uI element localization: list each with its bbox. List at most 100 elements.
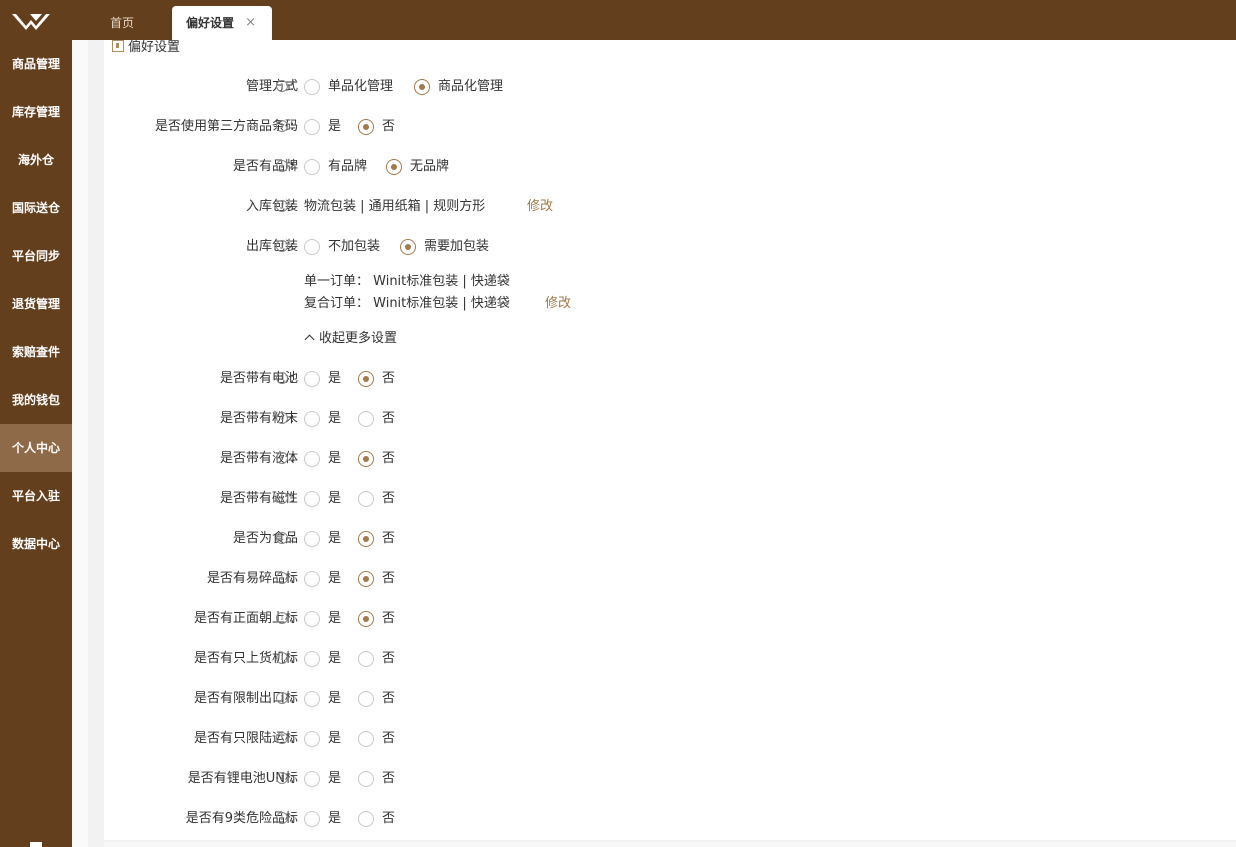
sidebar-item-inventory[interactable]: 库存管理 [0,88,72,136]
inbound-value: 物流包装 | 通用纸箱 | 规则方形 [304,199,486,214]
option-label: 是 [328,731,342,746]
setting-row-flag: 是否有易碎品标 i: 是否 [104,569,1204,589]
preferences-panel: 偏好设置 管理方式 i : 单品化管理 商品化管理 是否使用第三方商品条码 i … [104,40,1236,840]
radio-yes[interactable] [304,691,320,707]
colon: : [290,371,295,386]
info-icon[interactable]: i [276,240,288,252]
radio-no[interactable] [358,119,374,135]
info-icon[interactable]: i [276,652,288,664]
colon: : [290,691,295,706]
tab-preferences[interactable]: 偏好设置 × [172,6,272,40]
option-label: 是 [328,571,342,586]
close-icon[interactable]: × [245,6,256,40]
info-icon[interactable]: i [276,732,288,744]
sidebar-item-intl-delivery[interactable]: 国际送仓 [0,184,72,232]
radio-no-brand[interactable] [386,159,402,175]
tab-preferences-label: 偏好设置 [186,16,235,30]
option-label: 否 [382,371,396,386]
info-icon[interactable]: i [276,120,288,132]
sidebar-item-platform-sync[interactable]: 平台同步 [0,232,72,280]
tab-home[interactable]: 首页 [98,6,146,40]
radio-no[interactable] [358,411,374,427]
radio-yes[interactable] [304,371,320,387]
option-label: 是 [328,411,342,426]
radio-no[interactable] [358,371,374,387]
composite-order-row: 复合订单： Winit标准包装 | 快递袋 修改 [104,294,1204,314]
info-icon[interactable]: i [276,412,288,424]
radio-no[interactable] [358,611,374,627]
setting-row-mgmt: 管理方式 i : 单品化管理 商品化管理 [104,77,1204,97]
radio-single-item[interactable] [304,79,320,95]
info-icon[interactable]: i [276,452,288,464]
info-icon[interactable]: i [276,80,288,92]
colon: : [290,411,295,426]
gutter [72,40,88,847]
radio-yes[interactable] [304,811,320,827]
option-label: 否 [382,119,396,134]
sidebar-item-claims[interactable]: 索赔查件 [0,328,72,376]
option-label: 是 [328,491,342,506]
radio-no[interactable] [358,691,374,707]
sidebar-item-data-center[interactable]: 数据中心 [0,520,72,568]
info-icon[interactable]: i [276,160,288,172]
single-order-row: 单一订单： Winit标准包装 | 快递袋 [104,272,1204,292]
info-icon[interactable]: i [276,692,288,704]
radio-product[interactable] [414,79,430,95]
option-label: 否 [382,411,396,426]
radio-yes[interactable] [304,611,320,627]
radio-no[interactable] [358,571,374,587]
radio-yes[interactable] [304,731,320,747]
collapse-sidebar-icon[interactable] [30,842,42,847]
colon: : [290,531,295,546]
radio-yes[interactable] [304,651,320,667]
sidebar-item-products[interactable]: 商品管理 [0,40,72,88]
radio-no[interactable] [358,451,374,467]
composite-order-text: 复合订单： Winit标准包装 | 快递袋 [304,296,510,311]
collapse-row: 收起更多设置 [104,329,1204,349]
radio-no-packaging[interactable] [304,239,320,255]
chevron-up-icon [304,334,315,345]
winit-logo-icon[interactable] [0,0,72,40]
radio-yes[interactable] [304,571,320,587]
edit-outbound-link[interactable]: 修改 [545,294,571,314]
radio-no[interactable] [358,491,374,507]
option-label: 是 [328,771,342,786]
option-label: 是 [328,531,342,546]
info-icon[interactable]: i [276,492,288,504]
radio-need-packaging[interactable] [400,239,416,255]
info-icon[interactable]: i [276,612,288,624]
sidebar-item-personal-center[interactable]: 个人中心 [0,424,72,472]
sidebar-item-returns[interactable]: 退货管理 [0,280,72,328]
info-icon[interactable]: i [276,812,288,824]
info-icon[interactable]: i [276,572,288,584]
info-icon[interactable]: i [276,372,288,384]
radio-no[interactable] [358,731,374,747]
colon: : [290,771,295,786]
radio-no[interactable] [358,531,374,547]
setting-row-flag: 是否有只上货机标 i: 是否 [104,649,1204,669]
radio-yes[interactable] [304,411,320,427]
info-icon[interactable]: i [276,200,288,212]
radio-has-brand[interactable] [304,159,320,175]
radio-no[interactable] [358,651,374,667]
radio-no[interactable] [358,771,374,787]
radio-no[interactable] [358,811,374,827]
sidebar-item-overseas-warehouse[interactable]: 海外仓 [0,136,72,184]
info-icon[interactable]: i [276,532,288,544]
radio-yes[interactable] [304,119,320,135]
radio-yes[interactable] [304,771,320,787]
radio-yes[interactable] [304,531,320,547]
edit-inbound-link[interactable]: 修改 [527,197,553,217]
breadcrumb-label: 偏好设置 [128,40,181,55]
collapse-more-settings[interactable]: 收起更多设置 [304,329,397,349]
radio-yes[interactable] [304,451,320,467]
option-label: 有品牌 [328,159,368,174]
setting-row-outbound: 出库包装 i : 不加包装 需要加包装 [104,237,1204,257]
setting-row-barcode: 是否使用第三方商品条码 i : 是 否 [104,117,1204,137]
sidebar-item-platform-onboarding[interactable]: 平台入驻 [0,472,72,520]
option-label: 否 [382,811,396,826]
radio-yes[interactable] [304,491,320,507]
option-label: 否 [382,531,396,546]
info-icon[interactable]: i [276,772,288,784]
sidebar-item-wallet[interactable]: 我的钱包 [0,376,72,424]
